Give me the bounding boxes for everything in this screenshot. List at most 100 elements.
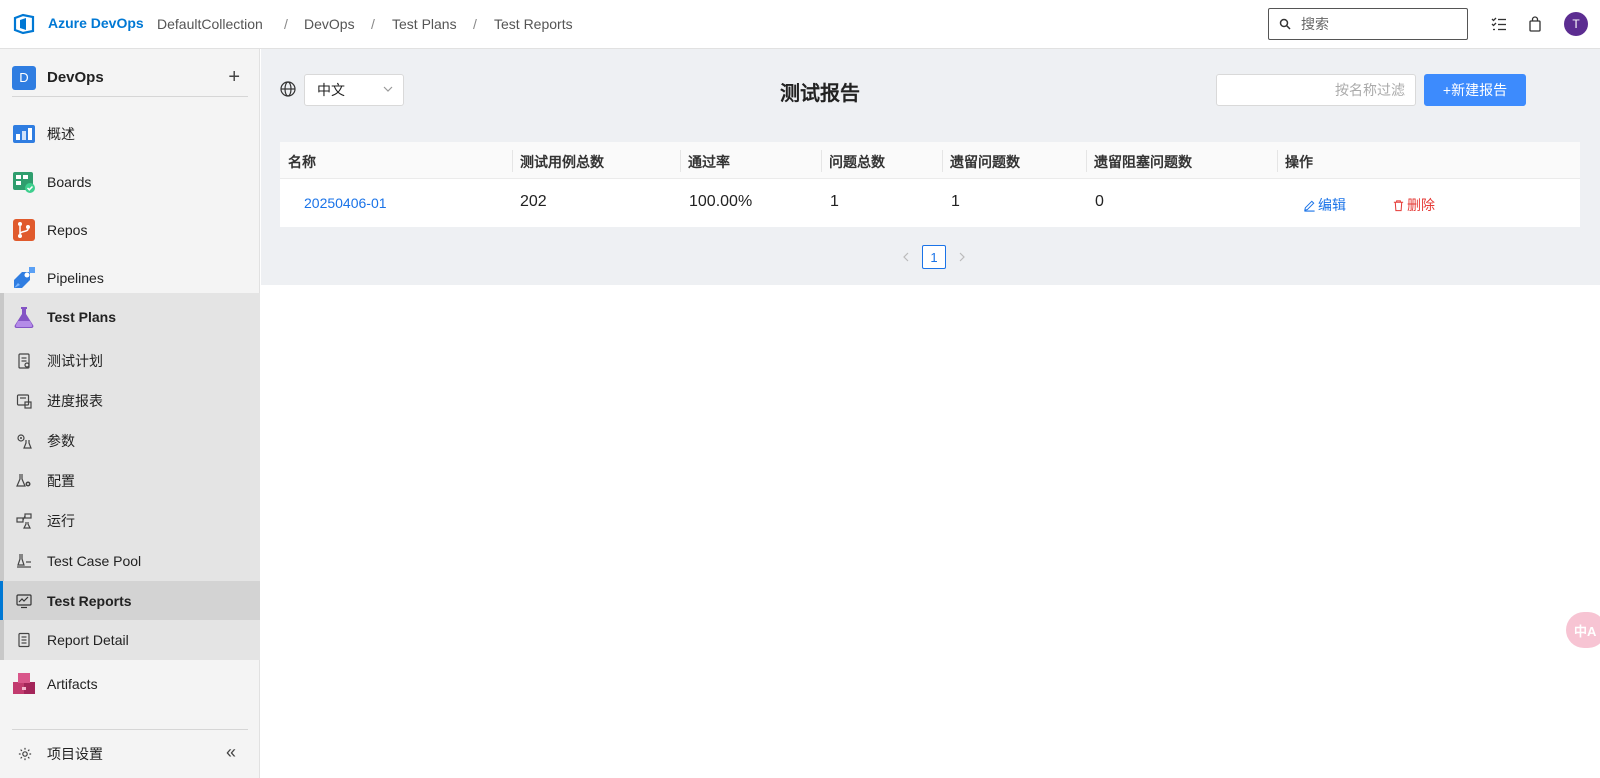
sidebar-item-report-detail[interactable]: Report Detail [0,620,260,660]
project-settings[interactable]: 项目设置 « [0,730,260,778]
new-report-button[interactable]: +新建报告 [1424,74,1526,106]
sidebar-item-label: Test Case Pool [47,553,142,569]
column-divider [1277,150,1278,172]
breadcrumb-separator: / [284,16,288,32]
column-divider [512,150,513,172]
sidebar-item-configuration[interactable]: 配置 [0,461,260,501]
issues-cell: 1 [830,193,839,210]
language-value: 中文 [317,82,345,98]
sidebar-item-label: Pipelines [47,270,104,286]
sidebar-item-overview[interactable]: 概述 [0,110,260,158]
column-header-remaining-blocking: 遗留阻塞问题数 [1094,154,1192,170]
sidebar-item-test-plan[interactable]: 测试计划 [0,341,260,381]
column-header-remaining: 遗留问题数 [950,154,1020,170]
sidebar-item-label: Boards [47,174,92,190]
shopping-bag-icon[interactable] [1526,15,1544,33]
column-header-name: 名称 [288,154,316,170]
column-divider [680,150,681,172]
test-plan-icon [18,353,30,369]
checklist-icon[interactable] [1490,15,1508,33]
project-badge: D [12,65,36,90]
reports-table: 名称 测试用例总数 通过率 问题总数 遗留问题数 遗留阻塞问题数 操作 2025… [280,142,1580,227]
column-header-pass-rate: 通过率 [688,154,730,170]
language-select[interactable]: 中文 [304,74,404,106]
sidebar-item-label: 进度报表 [47,393,103,409]
table-row: 20250406-01 202 100.00% 1 1 0 编辑 删除 [280,179,1580,227]
translate-float-button[interactable]: 中A [1566,612,1600,648]
test-case-pool-icon [17,554,31,568]
sidebar-item-parameters[interactable]: 参数 [0,421,260,461]
sidebar-item-label: Test Reports [47,592,132,609]
pagination: 1 [900,245,968,269]
delete-button[interactable]: 删除 [1392,195,1435,215]
remaining-cell: 1 [951,193,960,210]
pencil-icon [1304,200,1315,212]
chevron-left-icon[interactable] [900,251,912,263]
progress-report-icon [16,394,32,409]
search-icon [1279,18,1291,30]
brand-name[interactable]: Azure DevOps [48,15,144,31]
delete-label: 删除 [1407,197,1435,213]
chevron-right-icon[interactable] [956,251,968,263]
breadcrumb-test-reports[interactable]: Test Reports [494,16,573,32]
page-number[interactable]: 1 [922,245,946,269]
top-bar: Azure DevOps DefaultCollection / DevOps … [0,0,1600,49]
pass-rate-cell: 100.00% [689,193,753,210]
total-cases-cell: 202 [520,193,547,210]
sidebar-item-test-case-pool[interactable]: Test Case Pool [0,541,260,581]
sidebar-item-runs[interactable]: 运行 [0,501,260,541]
azure-devops-logo-icon[interactable] [12,12,36,36]
name-filter[interactable] [1216,74,1416,106]
column-header-issues: 问题总数 [829,154,885,170]
sidebar-item-label: 运行 [47,513,75,529]
breadcrumb-collection[interactable]: DefaultCollection [157,16,263,32]
boards-icon [13,172,35,193]
edit-button[interactable]: 编辑 [1303,195,1346,215]
parameters-icon [17,434,32,449]
add-button[interactable]: + [228,66,240,89]
sidebar-item-label: 测试计划 [47,353,103,369]
column-divider [821,150,822,172]
column-divider [1086,150,1087,172]
globe-icon [280,81,296,97]
test-plans-icon [14,307,34,328]
breadcrumb-project[interactable]: DevOps [304,16,355,32]
sidebar-item-test-reports[interactable]: Test Reports [0,581,260,620]
breadcrumb-separator: / [371,16,375,32]
sidebar-item-label: 配置 [47,473,75,489]
pipelines-icon [14,267,35,288]
column-header-actions: 操作 [1285,154,1313,170]
sidebar-item-repos[interactable]: Repos [0,206,260,254]
project-header[interactable]: D DevOps + [12,59,248,97]
avatar[interactable]: T [1564,12,1588,36]
report-detail-icon [18,632,30,648]
edit-label: 编辑 [1318,197,1346,213]
collapse-sidebar-button[interactable]: « [226,742,236,763]
overview-icon [13,125,35,143]
sidebar-item-label: Artifacts [47,676,98,692]
project-name: DevOps [47,69,104,86]
artifacts-icon [13,673,35,694]
runs-icon [16,513,32,529]
settings-label: 项目设置 [47,746,103,762]
gear-icon [18,747,32,761]
column-divider [942,150,943,172]
search-input[interactable] [1301,16,1451,32]
table-header: 名称 测试用例总数 通过率 问题总数 遗留问题数 遗留阻塞问题数 操作 [280,142,1580,179]
report-name-link[interactable]: 20250406-01 [304,195,387,211]
sidebar-item-label: 参数 [47,433,75,449]
filter-input[interactable] [1217,75,1415,105]
sidebar-item-boards[interactable]: Boards [0,158,260,206]
sidebar: D DevOps + 概述 Boards Repos Pipelines Tes… [0,49,260,778]
sidebar-item-progress-report[interactable]: 进度报表 [0,381,260,421]
configuration-icon [16,474,31,487]
sidebar-item-artifacts[interactable]: Artifacts [0,660,260,708]
search-box[interactable] [1268,8,1468,40]
sidebar-item-label: Report Detail [47,632,129,648]
page-title: 测试报告 [780,81,860,105]
sidebar-item-label: Repos [47,222,88,238]
breadcrumb-test-plans[interactable]: Test Plans [392,16,457,32]
sidebar-item-test-plans[interactable]: Test Plans [0,293,260,341]
chevron-down-icon [383,86,393,92]
repos-icon [13,219,35,241]
